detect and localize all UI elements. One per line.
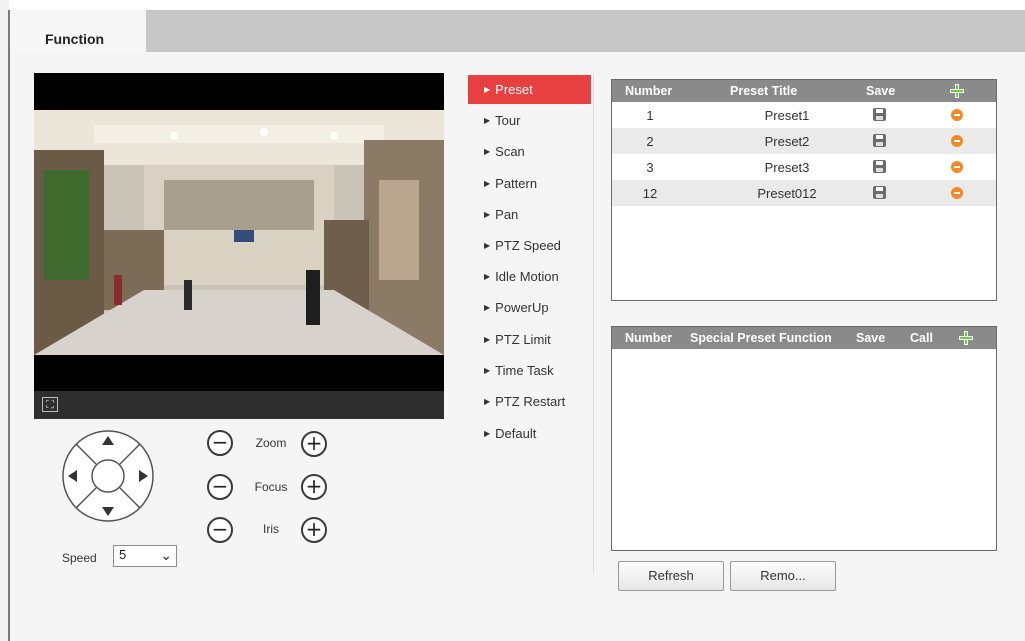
menu-item-ptz-restart[interactable]: ▶ PTZ Restart	[468, 387, 591, 416]
col-preset-title: Preset Title	[730, 84, 798, 98]
fullscreen-icon[interactable]: ⛶	[42, 397, 58, 412]
zoom-label: Zoom	[255, 436, 287, 450]
menu-item-label: Time Task	[495, 363, 554, 378]
video-player[interactable]: ⛶	[34, 73, 444, 419]
special-preset-table: Number Special Preset Function Save Call	[611, 326, 997, 551]
caret-right-icon: ▶	[484, 272, 491, 281]
caret-right-icon: ▶	[484, 366, 491, 375]
speed-label: Speed	[62, 551, 97, 565]
menu-item-label: Scan	[495, 144, 525, 159]
row-title[interactable]: Preset3	[712, 160, 862, 175]
delete-icon[interactable]	[951, 161, 963, 173]
menu-item-label: PTZ Limit	[495, 332, 551, 347]
caret-right-icon: ▶	[484, 210, 491, 219]
col-number: Number	[625, 331, 673, 345]
table-row[interactable]: 3 Preset3	[612, 154, 996, 180]
delete-icon[interactable]	[951, 135, 963, 147]
table-row[interactable]: 12 Preset012	[612, 180, 996, 206]
speed-select[interactable]: 5 ⌄	[113, 545, 177, 567]
ptz-direction-pad[interactable]	[62, 430, 154, 540]
chevron-down-icon: ⌄	[160, 547, 172, 563]
col-call: Call	[910, 331, 933, 345]
menu-item-default[interactable]: ▶ Default	[468, 419, 591, 448]
row-title[interactable]: Preset012	[712, 186, 862, 201]
save-icon[interactable]	[873, 108, 886, 121]
menu-item-label: Preset	[495, 82, 533, 97]
menu-item-label: Tour	[495, 113, 521, 128]
menu-divider	[593, 73, 594, 573]
menu-item-label: PTZ Speed	[495, 238, 561, 253]
save-icon[interactable]	[873, 160, 886, 173]
menu-item-pattern[interactable]: ▶ Pattern	[468, 169, 591, 198]
menu-item-label: Pan	[495, 207, 519, 222]
iris-open-button[interactable]: +	[301, 517, 327, 543]
col-number: Number	[625, 84, 673, 98]
menu-item-idle-motion[interactable]: ▶ Idle Motion	[468, 262, 591, 291]
special-table-header: Number Special Preset Function Save Call	[612, 327, 996, 349]
caret-right-icon: ▶	[484, 397, 491, 406]
iris-close-button[interactable]: −	[207, 517, 233, 543]
row-number: 12	[642, 186, 658, 201]
row-number: 2	[646, 134, 654, 149]
menu-item-ptz-speed[interactable]: ▶ PTZ Speed	[468, 231, 591, 260]
menu-item-label: PowerUp	[495, 300, 549, 315]
video-frame	[34, 110, 444, 355]
menu-item-scan[interactable]: ▶ Scan	[468, 137, 591, 166]
row-number: 3	[646, 160, 654, 175]
left-border	[8, 10, 10, 641]
zoom-in-button[interactable]: +	[301, 431, 327, 457]
speed-value: 5	[119, 547, 127, 562]
delete-icon[interactable]	[951, 109, 963, 121]
caret-right-icon: ▶	[484, 147, 491, 156]
remove-button[interactable]: Remo...	[730, 561, 836, 591]
tab-bar	[10, 10, 1025, 52]
caret-right-icon: ▶	[484, 85, 491, 94]
caret-right-icon: ▶	[484, 241, 491, 250]
menu-item-time-task[interactable]: ▶ Time Task	[468, 356, 591, 385]
table-row[interactable]: 2 Preset2	[612, 128, 996, 154]
preset-table: Number Preset Title Save 1 Preset1 2 Pre…	[611, 79, 997, 301]
focus-near-button[interactable]: −	[207, 474, 233, 500]
iris-label: Iris	[263, 522, 279, 536]
menu-item-label: Idle Motion	[495, 269, 559, 284]
save-icon[interactable]	[873, 186, 886, 199]
caret-right-icon: ▶	[484, 179, 491, 188]
col-save: Save	[856, 331, 886, 345]
caret-right-icon: ▶	[484, 116, 491, 125]
add-icon[interactable]	[959, 331, 973, 345]
menu-item-powerup[interactable]: ▶ PowerUp	[468, 293, 591, 322]
delete-icon[interactable]	[951, 187, 963, 199]
menu-item-preset[interactable]: ▶ Preset	[468, 75, 591, 104]
menu-item-label: PTZ Restart	[495, 394, 566, 409]
caret-right-icon: ▶	[484, 335, 491, 344]
menu-item-pan[interactable]: ▶ Pan	[468, 200, 591, 229]
col-save: Save	[866, 84, 896, 98]
caret-right-icon: ▶	[484, 303, 491, 312]
focus-label: Focus	[254, 480, 288, 494]
menu-item-tour[interactable]: ▶ Tour	[468, 106, 591, 135]
video-toolbar: ⛶	[34, 391, 444, 419]
tab-function[interactable]: Function	[10, 10, 146, 52]
menu-item-ptz-limit[interactable]: ▶ PTZ Limit	[468, 325, 591, 354]
focus-far-button[interactable]: +	[301, 474, 327, 500]
preset-table-header: Number Preset Title Save	[612, 80, 996, 102]
col-special-function: Special Preset Function	[690, 331, 832, 345]
caret-right-icon: ▶	[484, 429, 491, 438]
row-title[interactable]: Preset1	[712, 108, 862, 123]
row-title[interactable]: Preset2	[712, 134, 862, 149]
row-number: 1	[646, 108, 654, 123]
menu-item-label: Default	[495, 426, 537, 441]
menu-item-label: Pattern	[495, 176, 538, 191]
add-icon[interactable]	[950, 84, 964, 98]
save-icon[interactable]	[873, 134, 886, 147]
refresh-button[interactable]: Refresh	[618, 561, 724, 591]
table-row[interactable]: 1 Preset1	[612, 102, 996, 128]
zoom-out-button[interactable]: −	[207, 430, 233, 456]
